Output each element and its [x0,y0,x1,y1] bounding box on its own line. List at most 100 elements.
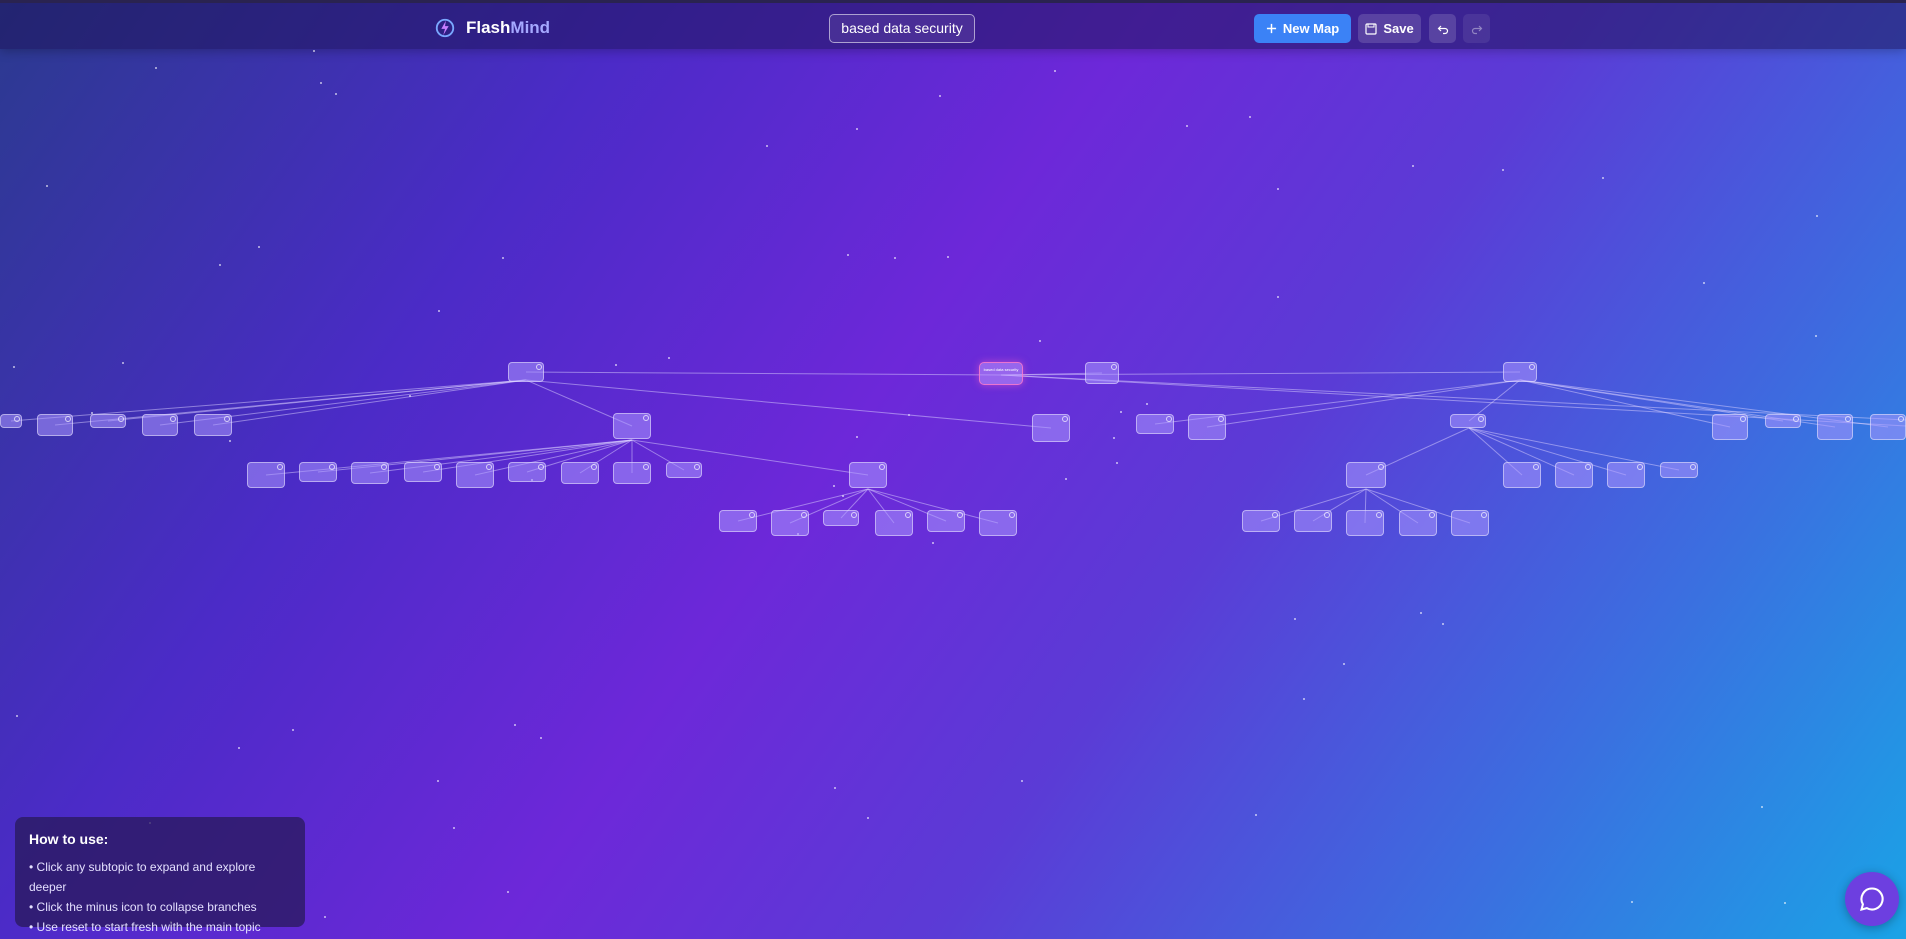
mindmap-node[interactable] [719,510,757,532]
expand-toggle-icon[interactable] [905,512,911,518]
mindmap-canvas[interactable] [0,49,1906,939]
mindmap-node[interactable] [142,414,178,436]
expand-toggle-icon[interactable] [851,512,857,518]
mindmap-node[interactable] [1555,462,1593,488]
mindmap-node[interactable] [1503,362,1537,382]
expand-toggle-icon[interactable] [1009,512,1015,518]
mindmap-node[interactable] [613,413,651,439]
mindmap-node[interactable] [666,462,702,478]
mindmap-node[interactable] [37,414,73,436]
mindmap-node[interactable] [508,462,546,482]
expand-toggle-icon[interactable] [277,464,283,470]
expand-toggle-icon[interactable] [879,464,885,470]
expand-toggle-icon[interactable] [1690,464,1696,470]
mindmap-node[interactable] [404,462,442,482]
mindmap-node[interactable] [875,510,913,536]
expand-toggle-icon[interactable] [381,464,387,470]
chat-button[interactable] [1845,872,1899,926]
expand-toggle-icon[interactable] [1478,416,1484,422]
expand-toggle-icon[interactable] [1481,512,1487,518]
app-logo[interactable]: FlashMind [434,17,550,39]
redo-button[interactable] [1463,14,1490,43]
expand-toggle-icon[interactable] [643,464,649,470]
expand-toggle-icon[interactable] [1740,416,1746,422]
map-title-field[interactable]: based data security [829,14,975,43]
expand-toggle-icon[interactable] [1429,512,1435,518]
mindmap-node[interactable] [1294,510,1332,532]
mindmap-node[interactable] [1660,462,1698,478]
mindmap-node[interactable] [508,362,544,382]
mindmap-node[interactable] [1399,510,1437,536]
mindmap-node[interactable] [1188,414,1226,440]
undo-button[interactable] [1429,14,1456,43]
mindmap-node[interactable] [1346,462,1386,488]
mindmap-node[interactable] [247,462,285,488]
expand-toggle-icon[interactable] [224,416,230,422]
expand-toggle-icon[interactable] [643,415,649,421]
mindmap-node[interactable] [1346,510,1384,536]
expand-toggle-icon[interactable] [1637,464,1643,470]
expand-toggle-icon[interactable] [1898,416,1904,422]
expand-toggle-icon[interactable] [1529,364,1535,370]
mindmap-node[interactable] [299,462,337,482]
expand-toggle-icon[interactable] [1218,416,1224,422]
expand-toggle-icon[interactable] [1272,512,1278,518]
expand-toggle-icon[interactable] [14,416,20,422]
mindmap-node[interactable] [1451,510,1489,536]
expand-toggle-icon[interactable] [1533,464,1539,470]
new-map-button[interactable]: New Map [1254,14,1351,43]
expand-toggle-icon[interactable] [801,512,807,518]
mindmap-node[interactable] [1085,362,1119,384]
mindmap-node[interactable] [979,510,1017,536]
mindmap-edge [10,379,527,422]
expand-toggle-icon[interactable] [591,464,597,470]
mindmap-node[interactable] [1136,414,1174,434]
mindmap-node[interactable] [613,462,651,484]
mindmap-node[interactable] [1450,414,1486,428]
mindmap-node[interactable] [456,462,494,488]
mindmap-node[interactable] [771,510,809,536]
expand-toggle-icon[interactable] [118,416,124,422]
expand-toggle-icon[interactable] [1378,464,1384,470]
expand-toggle-icon[interactable] [538,464,544,470]
mindmap-node[interactable] [1712,414,1748,440]
expand-toggle-icon[interactable] [1845,416,1851,422]
mindmap-node[interactable] [561,462,599,484]
mindmap-node[interactable] [1765,414,1801,428]
expand-toggle-icon[interactable] [957,512,963,518]
mindmap-node[interactable] [1503,462,1541,488]
save-button[interactable]: Save [1358,14,1421,43]
expand-toggle-icon[interactable] [434,464,440,470]
expand-toggle-icon[interactable] [1376,512,1382,518]
expand-toggle-icon[interactable] [170,416,176,422]
expand-toggle-icon[interactable] [1111,364,1117,370]
expand-toggle-icon[interactable] [65,416,71,422]
expand-toggle-icon[interactable] [749,512,755,518]
expand-toggle-icon[interactable] [694,464,700,470]
mindmap-node[interactable] [194,414,232,436]
mindmap-node[interactable] [0,414,22,428]
expand-toggle-icon[interactable] [486,464,492,470]
help-line-3: • Use reset to start fresh with the main… [29,920,261,934]
mindmap-node[interactable] [351,462,389,484]
expand-toggle-icon[interactable] [536,364,542,370]
expand-toggle-icon[interactable] [1166,416,1172,422]
mindmap-edge [474,439,633,476]
expand-toggle-icon[interactable] [1062,416,1068,422]
mindmap-root-node[interactable]: based data security [979,362,1023,385]
mindmap-node[interactable] [1242,510,1280,532]
mindmap-node[interactable] [849,462,887,488]
expand-toggle-icon[interactable] [1324,512,1330,518]
mindmap-node[interactable] [90,414,126,428]
expand-toggle-icon[interactable] [329,464,335,470]
mindmap-node[interactable] [1032,414,1070,442]
expand-toggle-icon[interactable] [1585,464,1591,470]
mindmap-edge [1468,427,1627,476]
mindmap-node[interactable] [1817,414,1853,440]
mindmap-node[interactable] [1607,462,1645,488]
help-panel: How to use: • Click any subtopic to expa… [15,817,305,934]
mindmap-node[interactable] [927,510,965,532]
expand-toggle-icon[interactable] [1793,416,1799,422]
mindmap-node[interactable] [823,510,859,526]
mindmap-node[interactable] [1870,414,1906,440]
